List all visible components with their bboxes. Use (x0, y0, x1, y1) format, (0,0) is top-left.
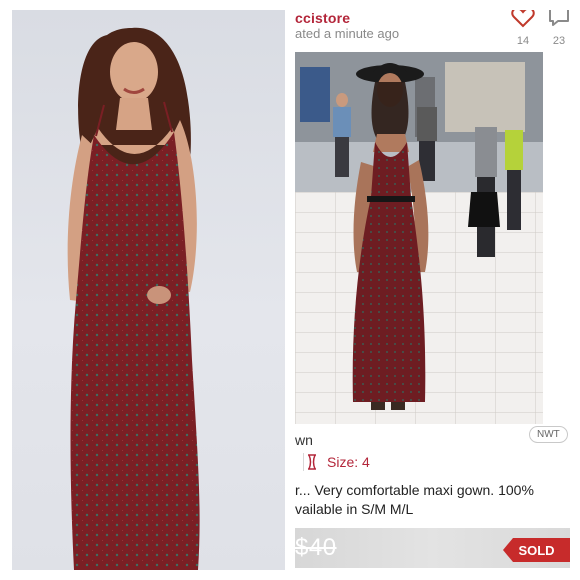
listing-panel: ccistore ated a minute ago 14 23 wn NWT … (295, 10, 570, 570)
listing-photo[interactable] (295, 52, 543, 424)
size-label: Size: 4 (327, 454, 370, 470)
sold-badge: SOLD (503, 538, 570, 562)
comment-icon (549, 10, 569, 26)
price-bar: $40 SOLD (295, 528, 570, 568)
like-button[interactable]: 14 (508, 10, 538, 47)
studio-photo-art (67, 27, 200, 570)
model-studio-photo (12, 10, 285, 570)
heart-icon (511, 10, 535, 28)
size-tag-icon (308, 454, 316, 470)
description-line: r... Very comfortable maxi gown. 100% (295, 482, 534, 498)
comment-button[interactable]: 23 (544, 10, 570, 47)
nwt-badge: NWT (529, 426, 568, 443)
updated-timestamp: ated a minute ago (295, 26, 400, 41)
price: $40 (295, 534, 337, 561)
likes-count: 14 (516, 35, 530, 47)
divider (303, 453, 304, 471)
seller-name[interactable]: ccistore (295, 10, 350, 26)
description-line: vailable in S/M M/L (295, 501, 414, 517)
comments-count: 23 (552, 35, 566, 47)
size-row[interactable]: Size: 4 (305, 452, 370, 472)
listing-title: wn (295, 432, 313, 448)
listing-description: r... Very comfortable maxi gown. 100% va… (295, 481, 570, 519)
mall-photo-art (295, 52, 543, 424)
